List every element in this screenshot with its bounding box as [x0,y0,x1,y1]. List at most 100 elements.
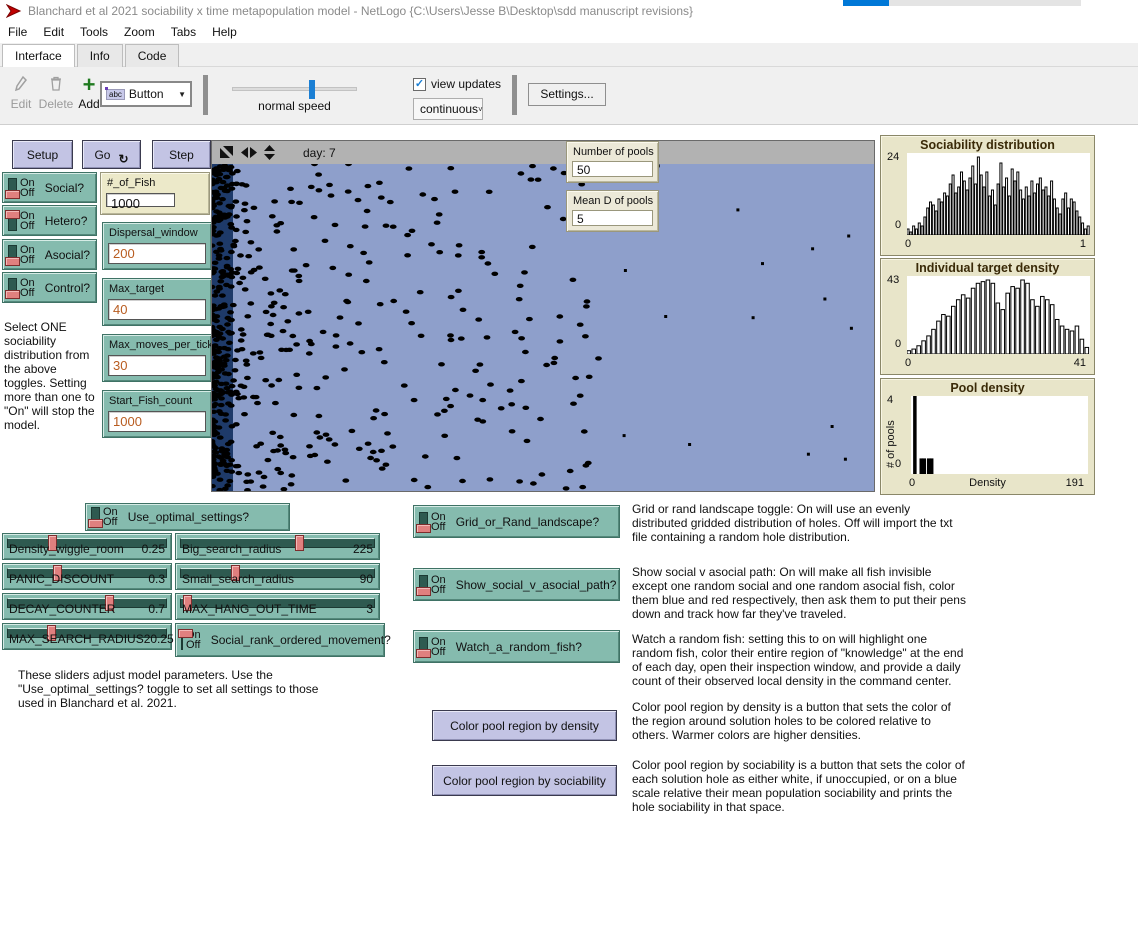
switch-control[interactable]: OnOff Control? [2,272,97,303]
menu-tools[interactable]: Tools [72,22,116,42]
slider-decay-counter[interactable]: DECAY_COUNTER 0.7 [2,593,172,620]
switch-knob[interactable] [416,587,431,596]
x-max-tick: 1 [1080,238,1086,250]
vertical-arrows-icon[interactable] [264,145,275,160]
switch-track[interactable] [419,575,428,595]
slider-label: Small_search_radius [182,572,294,586]
slider-label: MAX_HANG_OUT_TIME [182,602,317,616]
switch-track[interactable] [419,512,428,532]
switch-knob[interactable] [88,519,103,528]
switch-track[interactable] [8,278,17,298]
slider-value: 3 [366,602,373,616]
switch-label: Control? [45,281,90,295]
menu-edit[interactable]: Edit [35,22,72,42]
tab-info[interactable]: Info [77,44,123,68]
pencil-icon [6,75,36,97]
switch-knob[interactable] [5,210,20,219]
x-min-tick: 0 [905,238,911,250]
view-resize-icon[interactable] [219,145,234,160]
switch-knob[interactable] [416,524,431,533]
switch-watch-a-random-fish[interactable]: OnOffWatch_a_random_fish? [413,630,620,663]
plot-pool-density: Pool density400191Density# of pools [880,378,1095,495]
switch-social[interactable]: OnOffSocial? [2,172,97,203]
slider-value: 0.7 [148,602,165,616]
color-pool-by-density-button[interactable]: Color pool region by density [432,710,617,741]
slider-label: DECAY_COUNTER [9,602,115,616]
setup-button[interactable]: Setup [12,140,73,169]
switch-knob[interactable] [5,257,20,266]
title-bar: Blanchard et al 2021 sociability x time … [0,0,1138,22]
tab-code[interactable]: Code [125,44,180,68]
switch-state-labels: OnOff [20,178,35,198]
widget-type-dropdown[interactable]: abc Button ▼ [100,81,192,107]
slider-label: PANIC_DISCOUNT [9,572,114,586]
input-field[interactable]: 30 [108,355,206,376]
switch-asocial[interactable]: OnOffAsocial? [2,239,97,270]
go-button[interactable]: Go↻ [82,140,141,169]
checkbox-checked-icon[interactable]: ✓ [413,78,426,91]
switch-knob[interactable] [5,290,20,299]
switch-knob[interactable] [5,190,20,199]
slider-max-hang-out-time[interactable]: MAX_HANG_OUT_TIME 3 [175,593,380,620]
menu-zoom[interactable]: Zoom [116,22,163,42]
switch-track[interactable] [91,507,100,527]
switch-track[interactable] [8,245,17,265]
input-max-target[interactable]: Max_target40 [102,278,212,326]
switch-knob[interactable] [178,629,193,638]
switch-use-optimal-settings[interactable]: OnOffUse_optimal_settings? [85,503,290,531]
input-number-of-fish[interactable]: #_of_Fish1000 [100,172,210,215]
input-label: Start_Fish_count [109,395,192,407]
speed-slider[interactable] [232,87,357,91]
world-view[interactable]: day: 7 [211,140,875,492]
input-field[interactable]: 1000 [106,193,175,207]
input-field[interactable]: 200 [108,243,206,264]
view-updates-toggle[interactable]: ✓ view updates [413,77,501,91]
slider-density-wiggle-room[interactable]: Density_wiggle_room0.25 [2,533,172,560]
input-field[interactable]: 1000 [108,411,206,432]
add-widget-button[interactable]: +Add [76,75,102,111]
input-dispersal-window[interactable]: Dispersal_window200 [102,222,212,270]
input-start-fish-count[interactable]: Start_Fish_count 1000 [102,390,212,438]
switch-hetero[interactable]: OnOffHetero? [2,205,97,236]
switch-label: Watch_a_random_fish? [456,640,582,654]
monitor-label: Mean D of pools [573,195,653,207]
input-field[interactable]: 40 [108,299,206,320]
switch-track[interactable] [8,211,17,231]
settings-button[interactable]: Settings... [528,83,606,106]
switch-track[interactable] [419,637,428,657]
switch-grid-or-rand-landscape[interactable]: OnOffGrid_or_Rand_landscape? [413,505,620,538]
monitor-label: Number of pools [573,146,654,158]
menu-tabs[interactable]: Tabs [163,22,204,42]
switch-show-social-v-asocial-path[interactable]: OnOffShow_social_v_asocial_path? [413,568,620,601]
color-pool-by-sociability-button[interactable]: Color pool region by sociability [432,765,617,796]
slider-panic-discount[interactable]: PANIC_DISCOUNT0.3 [2,563,172,590]
switch-track[interactable] [181,630,183,650]
toggle-note: Select ONE sociability distribution from… [4,320,101,432]
menu-help[interactable]: Help [204,22,245,42]
plot-area [907,153,1090,235]
y-max-tick: 43 [887,274,899,286]
menu-file[interactable]: File [0,22,35,42]
switch-social-rank-ordered-movement[interactable]: OnOffSocial_rank_ordered_movement? [175,623,385,657]
slider-value: 90 [360,572,373,586]
slider-big-search-radius[interactable]: Big_search_radius225 [175,533,380,560]
delete-tool-button[interactable]: Delete [38,75,74,111]
update-mode-dropdown[interactable]: continuous˅ [413,98,483,120]
slider-small-search-radius[interactable]: Small_search_radius 90 [175,563,380,590]
horizontal-arrows-icon[interactable] [241,147,257,158]
monitor-value: 50 [572,161,653,177]
input-max-moves-per-tick[interactable]: Max_moves_per_tick30 [102,334,212,382]
monitor-number-of-pools: Number of pools 50 [566,141,659,183]
slider-max-search-radius2[interactable]: MAX_SEARCH_RADIUS20.25 [2,623,172,650]
chevron-down-icon: ▼ [178,90,186,99]
tab-interface[interactable]: Interface [2,44,75,68]
simulation-canvas[interactable] [212,164,874,491]
switch-track[interactable] [8,178,17,198]
edit-tool-button[interactable]: Edit [6,75,36,111]
switch-state-labels: OnOff [20,278,35,298]
x-axis-label: Density [881,477,1094,489]
toolbar: Edit Delete +Add abc Button ▼ normal spe… [0,67,1138,125]
step-button[interactable]: Step [152,140,211,169]
switch-knob[interactable] [416,649,431,658]
speed-slider-knob[interactable] [309,80,315,99]
